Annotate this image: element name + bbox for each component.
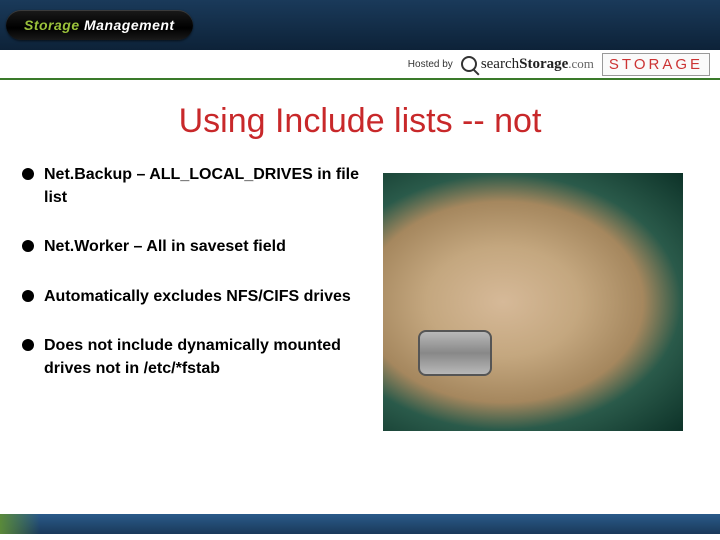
slide-title: Using Include lists -- not (0, 102, 720, 141)
bullet-item: Automatically excludes NFS/CIFS drives (20, 285, 365, 308)
hosted-by-label: Hosted by (408, 59, 453, 70)
search-suffix: .com (568, 56, 594, 71)
brand-pill: Storage Management (6, 10, 193, 40)
search-storage-text: searchStorage.com (481, 56, 594, 73)
search-storage-logo: searchStorage.com (461, 56, 594, 73)
bullet-item: Net.Backup – ALL_LOCAL_DRIVES in file li… (20, 163, 365, 209)
hand-image (383, 173, 683, 431)
magnifier-icon (461, 56, 477, 72)
content-area: Net.Backup – ALL_LOCAL_DRIVES in file li… (0, 163, 720, 431)
header-bar: Storage Management (0, 0, 720, 50)
search-prefix: search (481, 56, 519, 72)
footer-accent (0, 514, 40, 534)
bullet-item: Net.Worker – All in saveset field (20, 235, 365, 258)
footer-bar (0, 514, 720, 534)
brand-prefix: Storage (24, 17, 80, 33)
brand-suffix: Management (80, 17, 175, 33)
subheader-bar: Hosted by searchStorage.com STORAGE (0, 50, 720, 80)
bullet-item: Does not include dynamically mounted dri… (20, 334, 365, 380)
brand-text: Storage Management (24, 17, 175, 33)
search-bold: Storage (519, 56, 568, 72)
image-area (365, 163, 700, 431)
bullet-list: Net.Backup – ALL_LOCAL_DRIVES in file li… (20, 163, 365, 431)
storage-logo: STORAGE (602, 53, 710, 76)
